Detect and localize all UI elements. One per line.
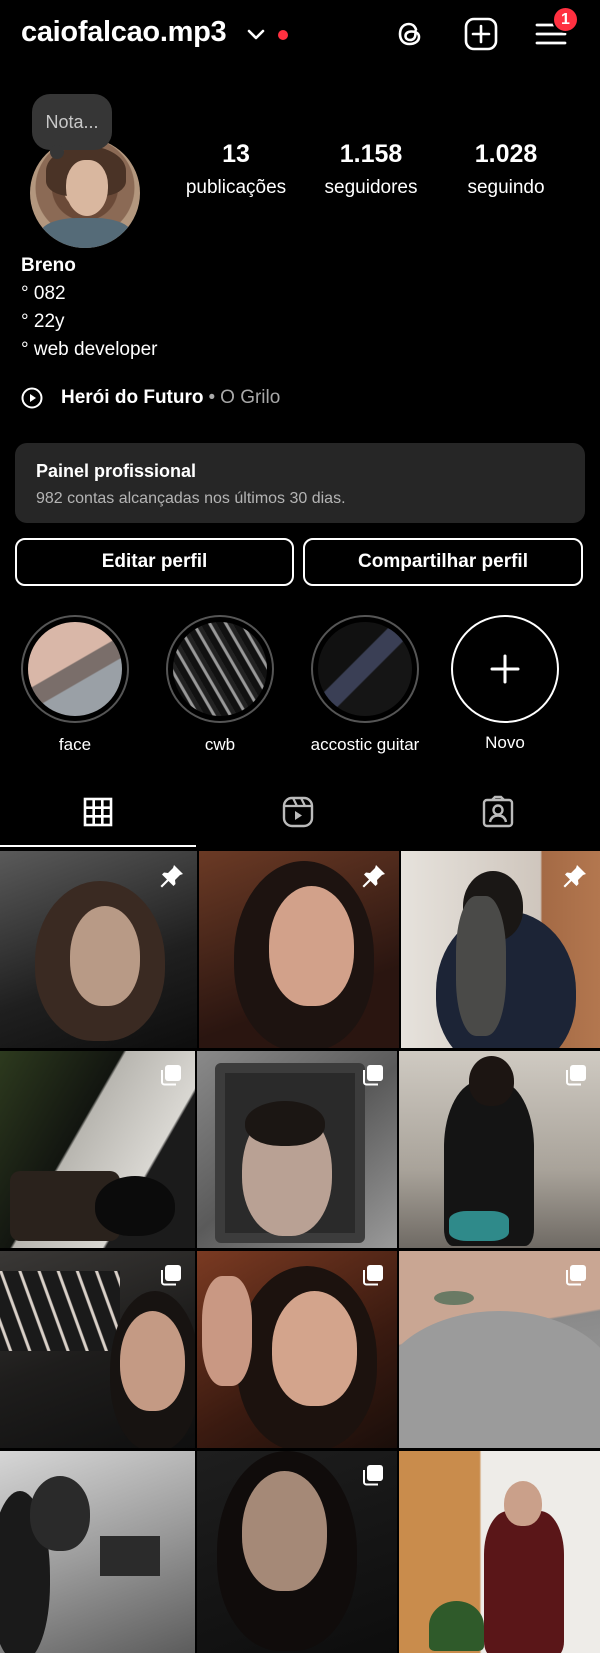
highlight-label: Novo (485, 733, 525, 752)
grid-icon (83, 797, 113, 827)
carousel-icon (564, 1063, 588, 1092)
posts-grid (0, 848, 600, 1653)
carousel-icon (159, 1063, 183, 1092)
stat-following-value: 1.028 (474, 140, 538, 168)
profile-tabs (0, 776, 600, 848)
play-icon (21, 387, 43, 409)
stat-followers-value: 1.158 (339, 140, 403, 168)
post-thumbnail[interactable] (0, 1251, 195, 1448)
highlight-thumbnail (318, 622, 412, 716)
music-artist: O Grilo (220, 387, 281, 408)
highlight-label: accostic guitar (310, 735, 420, 754)
notification-badge: 1 (552, 6, 579, 33)
post-thumbnail[interactable] (199, 851, 399, 1048)
post-thumbnail[interactable] (399, 1451, 600, 1653)
carousel-icon (361, 1063, 385, 1092)
highlight-face[interactable]: face (0, 615, 150, 755)
active-tab-indicator (0, 845, 196, 847)
threads-icon[interactable] (392, 16, 428, 52)
post-thumbnail[interactable] (197, 1251, 397, 1448)
post-thumbnail[interactable] (197, 1051, 397, 1248)
pin-icon (361, 863, 387, 894)
music-song: Herói do Futuro (61, 387, 204, 408)
highlight-thumbnail (173, 622, 267, 716)
profile-name: Breno (21, 255, 76, 276)
highlight-label: cwb (204, 735, 236, 754)
stat-followers-label: seguidores (324, 177, 418, 198)
profile-music[interactable]: Herói do Futuro • O Grilo (21, 385, 280, 411)
tagged-icon (482, 795, 514, 828)
add-post-icon[interactable] (463, 16, 499, 52)
bio-line: ° 082 (21, 283, 66, 304)
professional-dashboard-title: Painel profissional (36, 461, 197, 481)
professional-dashboard[interactable]: Painel profissional 982 contas alcançada… (15, 443, 585, 523)
stat-posts: 13 publicações (161, 140, 311, 199)
music-separator: • (208, 387, 216, 408)
pin-icon (159, 863, 185, 894)
edit-profile-button[interactable]: Editar perfil (15, 538, 294, 586)
note-bubble[interactable]: Nota... (32, 94, 112, 159)
account-alert-dot (278, 30, 288, 40)
reels-icon (282, 796, 314, 828)
tab-tagged[interactable] (400, 776, 596, 848)
post-thumbnail[interactable] (401, 851, 600, 1048)
post-thumbnail[interactable] (399, 1251, 600, 1448)
stat-posts-value: 13 (222, 140, 250, 168)
top-bar: caiofalcao.mp3 1 (0, 0, 600, 74)
post-thumbnail[interactable] (0, 1051, 195, 1248)
stat-following[interactable]: 1.028 seguindo (431, 140, 581, 199)
share-profile-button[interactable]: Compartilhar perfil (303, 538, 583, 586)
carousel-icon (361, 1263, 385, 1292)
new-highlight-button[interactable]: Novo (430, 615, 580, 753)
professional-dashboard-subtitle: 982 contas alcançadas nos últimos 30 dia… (36, 490, 346, 507)
bio-line: ° web developer (21, 339, 158, 360)
bio-line: ° 22y (21, 311, 65, 332)
pin-icon (562, 863, 588, 894)
avatar[interactable] (30, 138, 140, 248)
post-thumbnail[interactable] (0, 851, 197, 1048)
stat-followers[interactable]: 1.158 seguidores (296, 140, 446, 199)
tab-posts-grid[interactable] (0, 776, 196, 848)
highlight-thumbnail (28, 622, 122, 716)
stat-following-label: seguindo (467, 177, 545, 198)
post-thumbnail[interactable] (197, 1451, 397, 1653)
stat-posts-label: publicações (185, 177, 287, 198)
highlight-label: face (58, 735, 92, 754)
tab-reels[interactable] (200, 776, 396, 848)
chevron-down-icon[interactable] (247, 28, 265, 46)
post-thumbnail[interactable] (399, 1051, 600, 1248)
carousel-icon (564, 1263, 588, 1292)
highlight-accostic-guitar[interactable]: accostic guitar (290, 615, 440, 755)
carousel-icon (159, 1263, 183, 1292)
bio: Breno ° 082 ° 22y ° web developer (21, 252, 157, 364)
post-thumbnail[interactable] (0, 1451, 195, 1653)
highlight-cwb[interactable]: cwb (145, 615, 295, 755)
carousel-icon (361, 1463, 385, 1492)
profile-username[interactable]: caiofalcao.mp3 (21, 16, 227, 49)
plus-icon (490, 654, 520, 684)
